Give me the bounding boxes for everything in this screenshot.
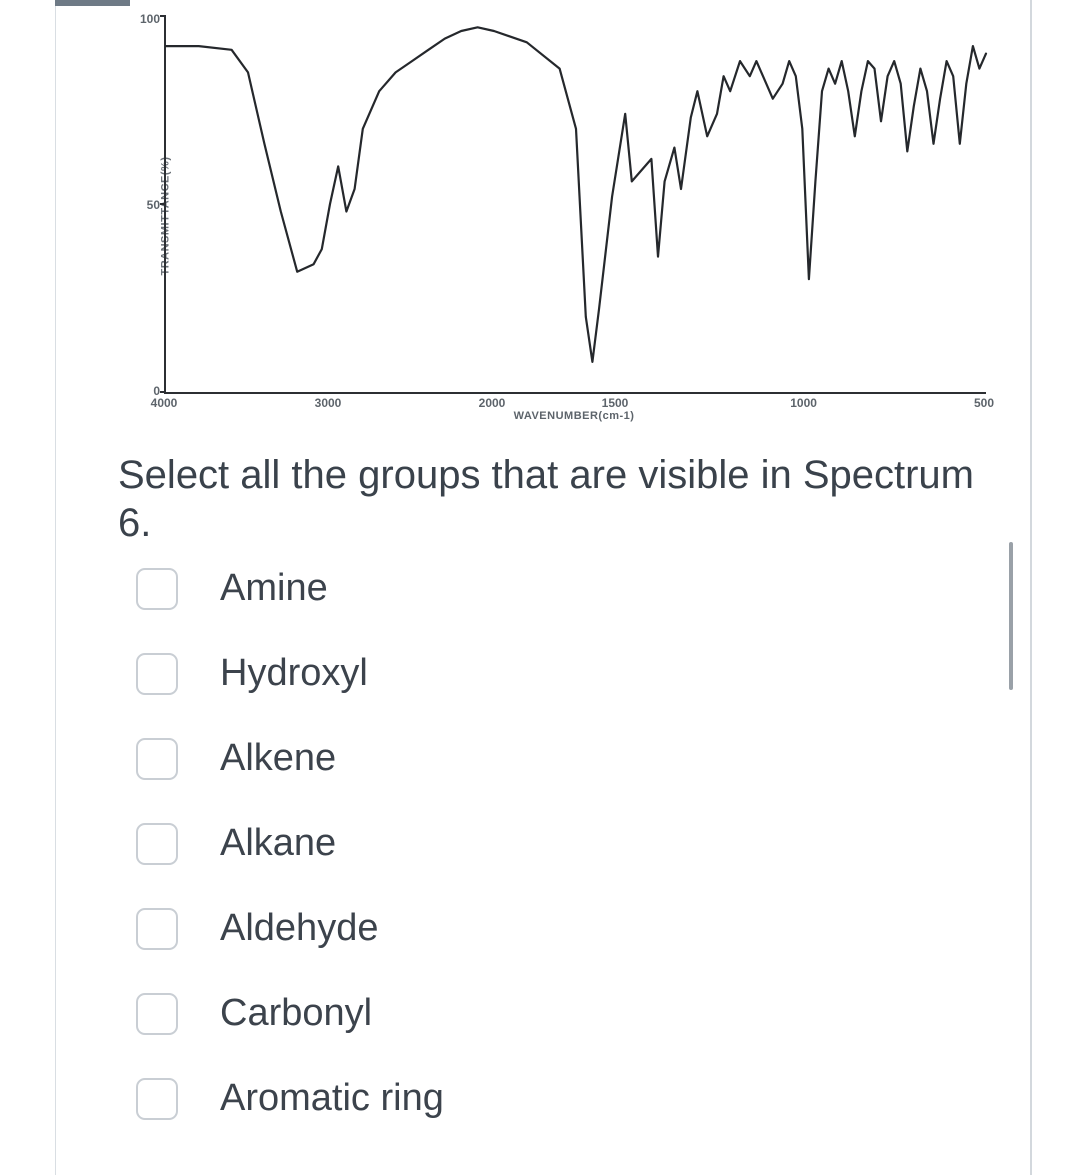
option-amine[interactable]: Amine — [136, 567, 1050, 610]
right-frame-edge — [1030, 0, 1032, 1175]
checkbox-alkane[interactable] — [136, 823, 178, 865]
option-label: Aldehyde — [220, 907, 378, 950]
chart-xtick-1000: 1000 — [790, 396, 817, 410]
ir-spectrum-chart: TRANSMITTANCE(%) 100 50 0 4000 3000 — [112, 8, 997, 423]
checkbox-aldehyde[interactable] — [136, 908, 178, 950]
chart-xtick-3000: 3000 — [315, 396, 342, 410]
chart-x-axis-label: WAVENUMBER(cm-1) — [164, 410, 984, 422]
option-label: Aromatic ring — [220, 1077, 444, 1120]
option-aldehyde[interactable]: Aldehyde — [136, 907, 1050, 950]
checkbox-hydroxyl[interactable] — [136, 653, 178, 695]
checkbox-carbonyl[interactable] — [136, 993, 178, 1035]
scrollbar-thumb[interactable] — [1009, 542, 1013, 690]
option-label: Hydroxyl — [220, 652, 368, 695]
chart-plot-area — [164, 16, 986, 394]
option-label: Carbonyl — [220, 992, 372, 1035]
checkbox-alkene[interactable] — [136, 738, 178, 780]
top-tab-indicator — [55, 0, 130, 6]
checkbox-amine[interactable] — [136, 568, 178, 610]
chart-xtick-500: 500 — [974, 396, 994, 410]
checkbox-aromatic-ring[interactable] — [136, 1078, 178, 1120]
spectrum-svg — [166, 16, 986, 392]
options-list: Amine Hydroxyl Alkene Alkane Aldehyde Ca… — [136, 567, 1050, 1120]
option-aromatic-ring[interactable]: Aromatic ring — [136, 1077, 1050, 1120]
option-alkane[interactable]: Alkane — [136, 822, 1050, 865]
chart-xtick-2000: 2000 — [479, 396, 506, 410]
option-label: Amine — [220, 567, 328, 610]
option-carbonyl[interactable]: Carbonyl — [136, 992, 1050, 1035]
option-label: Alkene — [220, 737, 336, 780]
option-label: Alkane — [220, 822, 336, 865]
option-alkene[interactable]: Alkene — [136, 737, 1050, 780]
left-divider — [55, 0, 56, 1175]
question-text: Select all the groups that are visible i… — [118, 451, 978, 547]
chart-xtick-4000: 4000 — [151, 396, 178, 410]
chart-xtick-1500: 1500 — [602, 396, 629, 410]
chart-ytick-100: 100 — [134, 12, 160, 26]
option-hydroxyl[interactable]: Hydroxyl — [136, 652, 1050, 695]
chart-ytick-50: 50 — [134, 198, 160, 212]
